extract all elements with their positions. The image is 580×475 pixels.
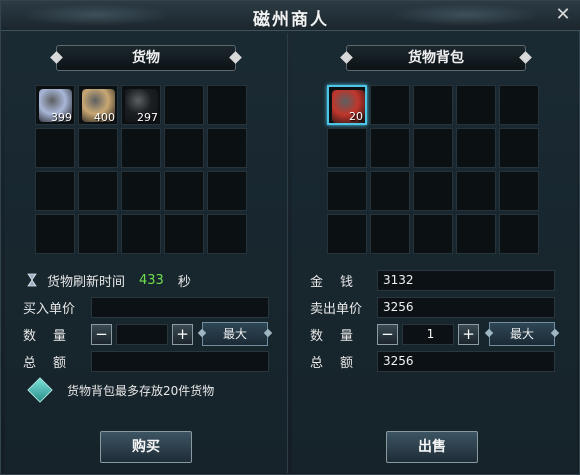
bag-qty-row: 数量 [310,323,370,345]
item-count: 297 [137,111,158,124]
goods-slot[interactable] [164,214,204,254]
goods-slot[interactable]: 399 [35,85,75,125]
sell-price-field: 3256 [377,297,555,318]
buy-button[interactable]: 购买 [100,431,192,463]
total-row: 总额 [23,350,83,372]
bag-slot[interactable] [499,128,539,168]
bag-total-field: 3256 [377,351,555,372]
bag-slot[interactable] [327,128,367,168]
bag-slot[interactable] [327,214,367,254]
hint-row: 货物背包最多存放20件货物 [23,377,215,403]
bag-slot[interactable] [456,128,496,168]
qty-label: 数量 [23,328,84,344]
goods-slot[interactable]: 297 [121,85,161,125]
sell-button[interactable]: 出售 [386,431,478,463]
money-field: 3132 [377,270,555,291]
goods-slot[interactable] [207,171,247,211]
bag-slot[interactable] [456,171,496,211]
window-title: 磁州商人 [253,10,329,30]
bag-slot[interactable] [499,214,539,254]
bag-total-label: 总额 [310,355,371,371]
sell-price-row: 卖出单价 [310,296,362,318]
item-count: 20 [349,110,363,123]
unit-price-field [91,297,269,318]
info-diamond-icon [27,377,53,403]
bag-slot[interactable] [456,214,496,254]
unit-price-label: 买入单价 [23,301,76,317]
goods-panel: 货物 399 400 297 货物刷新时间 433 秒 买入单价 数量 − + 最大… [5,33,288,473]
qty-increment-button[interactable]: + [172,324,193,345]
bag-slot[interactable] [327,171,367,211]
item-count: 399 [51,111,72,124]
max-button[interactable]: 最大 [202,322,268,346]
refresh-label: 货物刷新时间 [47,274,126,290]
qty-decrement-button[interactable]: − [91,324,112,345]
goods-slot[interactable] [164,128,204,168]
goods-slot[interactable] [207,85,247,125]
money-row: 金钱 [310,269,370,291]
goods-slot[interactable] [35,214,75,254]
bag-panel: 货物背包 20 金钱 3132 卖出单价 3256 数量 − 1 + 最大 总额… [292,33,577,473]
bag-qty-increment-button[interactable]: + [458,324,479,345]
bag-slot[interactable] [499,171,539,211]
unit-price-row: 买入单价 [23,296,75,318]
sell-price-label: 卖出单价 [310,301,363,317]
goods-slot[interactable] [164,171,204,211]
bag-slot[interactable] [456,85,496,125]
bag-slot[interactable] [499,85,539,125]
total-label: 总额 [23,355,84,371]
goods-slot[interactable] [121,214,161,254]
bag-qty-decrement-button[interactable]: − [377,324,398,345]
goods-slot[interactable] [121,171,161,211]
hourglass-icon [27,273,37,287]
goods-slot[interactable] [121,128,161,168]
qty-row: 数量 [23,323,83,345]
refresh-value: 433 [139,272,164,288]
bag-qty-label: 数量 [310,328,371,344]
bag-slot[interactable] [370,128,410,168]
goods-slot[interactable] [35,171,75,211]
bag-slot[interactable]: 20 [327,85,367,125]
refresh-row: 货物刷新时间 433 秒 [23,269,191,291]
bag-slot[interactable] [370,171,410,211]
money-label: 金钱 [310,274,371,290]
goods-slot[interactable] [35,128,75,168]
close-icon[interactable]: ✕ [553,5,573,25]
merchant-window: 磁州商人 ✕ 货物 399 400 297 货物刷新时间 433 秒 买入单价 数量… [0,0,580,475]
bag-header: 货物背包 [346,45,526,71]
bag-slot[interactable] [413,214,453,254]
qty-input[interactable] [116,324,168,345]
title-bar[interactable]: 磁州商人 ✕ [1,1,580,31]
goods-slot[interactable] [207,128,247,168]
refresh-unit: 秒 [177,274,191,290]
bag-grid: 20 [327,85,539,254]
bag-total-row: 总额 [310,350,370,372]
bag-slot[interactable] [413,171,453,211]
goods-slot[interactable] [78,128,118,168]
bag-slot[interactable] [370,214,410,254]
bag-qty-input[interactable]: 1 [402,324,454,345]
item-count: 400 [94,111,115,124]
goods-slot[interactable]: 400 [78,85,118,125]
bag-slot[interactable] [413,85,453,125]
bag-slot[interactable] [370,85,410,125]
goods-slot[interactable] [164,85,204,125]
goods-slot[interactable] [78,214,118,254]
goods-grid: 399 400 297 [35,85,247,254]
total-field [91,351,269,372]
goods-header: 货物 [56,45,236,71]
bag-slot[interactable] [413,128,453,168]
hint-text: 货物背包最多存放20件货物 [67,383,215,398]
goods-slot[interactable] [78,171,118,211]
goods-slot[interactable] [207,214,247,254]
bag-max-button[interactable]: 最大 [489,322,555,346]
